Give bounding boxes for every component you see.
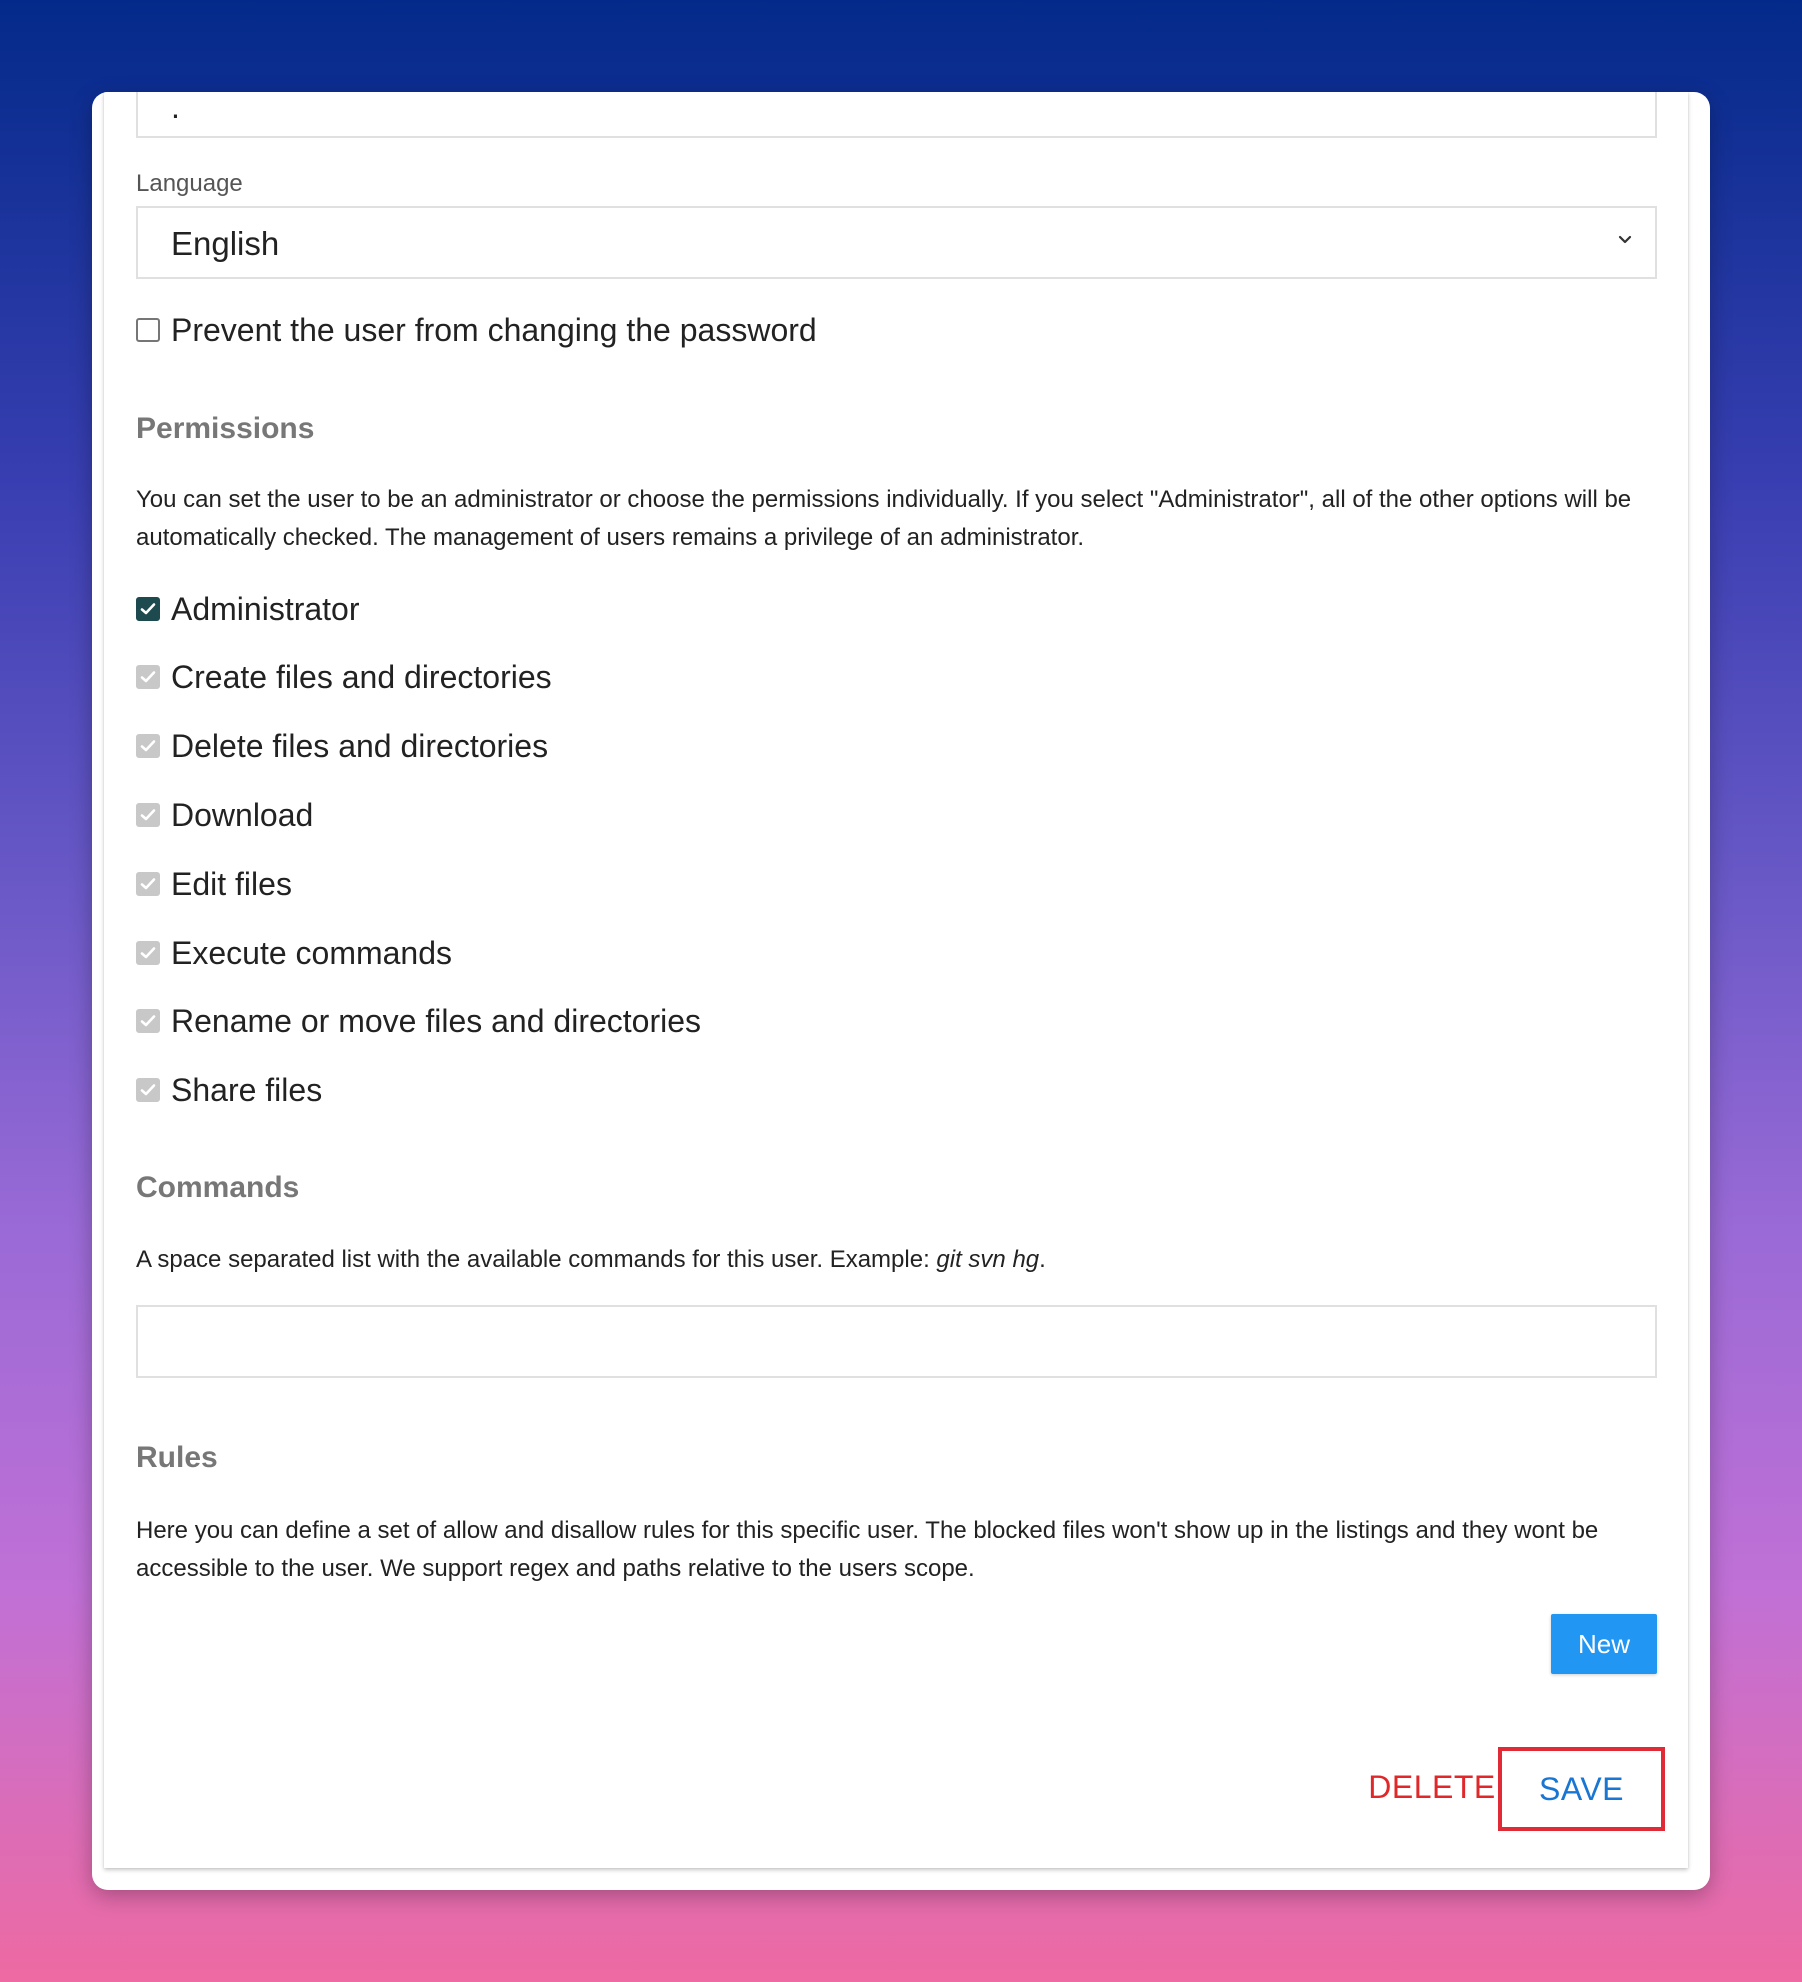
commands-description: A space separated list with the availabl… xyxy=(136,1241,1657,1279)
permission-download-row: Download xyxy=(136,795,313,835)
checkmark-icon xyxy=(140,809,156,821)
commands-input[interactable] xyxy=(136,1305,1657,1378)
permission-delete-row: Delete files and directories xyxy=(136,726,548,766)
language-select-value: English xyxy=(171,225,280,262)
permission-edit-row: Edit files xyxy=(136,864,292,904)
rules-description: Here you can define a set of allow and d… xyxy=(136,1517,1599,1582)
edit-files-label: Edit files xyxy=(171,866,292,902)
execute-commands-label: Execute commands xyxy=(171,935,453,971)
execute-commands-checkbox xyxy=(136,941,160,965)
edit-files-checkbox xyxy=(136,872,160,896)
user-form-card: Language English Prevent the user from c… xyxy=(104,92,1688,1868)
language-select[interactable]: English xyxy=(136,206,1657,279)
prevent-password-change-checkbox-row[interactable]: Prevent the user from changing the passw… xyxy=(136,310,817,350)
commands-example: git svn hg xyxy=(936,1246,1040,1273)
delete-files-label: Delete files and directories xyxy=(171,728,549,764)
delete-files-checkbox xyxy=(136,734,160,758)
checkmark-icon xyxy=(140,671,156,683)
checkmark-icon xyxy=(140,878,156,890)
download-checkbox xyxy=(136,803,160,827)
permission-create-row: Create files and directories xyxy=(136,657,552,697)
checkmark-icon xyxy=(140,603,156,615)
checkmark-icon xyxy=(140,740,156,752)
share-files-label: Share files xyxy=(171,1072,323,1108)
rules-heading: Rules xyxy=(136,1441,218,1474)
permissions-description: You can set the user to be an administra… xyxy=(136,486,1632,551)
administrator-checkbox[interactable] xyxy=(136,597,160,621)
commands-description-text: A space separated list with the availabl… xyxy=(136,1246,937,1273)
language-label: Language xyxy=(136,170,243,197)
checkmark-icon xyxy=(140,1084,156,1096)
checkmark-icon xyxy=(140,1015,156,1027)
permission-rename-row: Rename or move files and directories xyxy=(136,1001,701,1041)
download-label: Download xyxy=(171,797,314,833)
administrator-label: Administrator xyxy=(171,591,360,627)
chevron-down-icon xyxy=(1618,235,1632,244)
save-user-button[interactable]: SAVE xyxy=(1498,1747,1665,1831)
commands-heading: Commands xyxy=(136,1171,300,1204)
share-files-checkbox xyxy=(136,1078,160,1102)
permissions-heading: Permissions xyxy=(136,412,315,445)
delete-user-button[interactable]: DELETE xyxy=(1360,1762,1504,1812)
user-settings-window: Language English Prevent the user from c… xyxy=(92,92,1710,1890)
new-rule-button[interactable]: New xyxy=(1551,1614,1657,1674)
permission-share-row: Share files xyxy=(136,1070,322,1110)
prevent-password-change-label: Prevent the user from changing the passw… xyxy=(171,312,817,348)
permission-execute-row: Execute commands xyxy=(136,933,452,973)
checkmark-icon xyxy=(140,947,156,959)
scope-input[interactable] xyxy=(136,92,1657,138)
commands-description-end: . xyxy=(1039,1246,1046,1273)
create-files-label: Create files and directories xyxy=(171,659,552,695)
create-files-checkbox xyxy=(136,665,160,689)
rename-files-checkbox xyxy=(136,1009,160,1033)
permission-administrator-row[interactable]: Administrator xyxy=(136,589,360,629)
prevent-password-change-checkbox[interactable] xyxy=(136,318,160,342)
rename-files-label: Rename or move files and directories xyxy=(171,1003,702,1039)
